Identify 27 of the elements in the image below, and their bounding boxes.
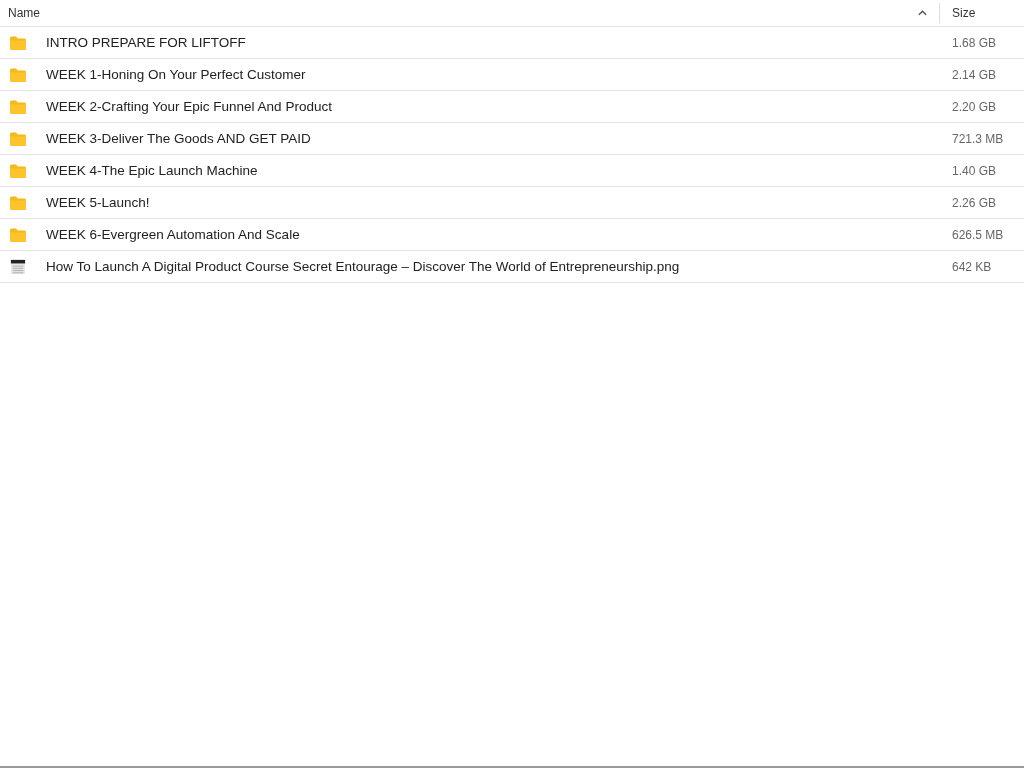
column-header[interactable]: Name — [8, 6, 40, 20]
file-name[interactable]: WEEK 5-Launch! — [46, 195, 150, 210]
file-name[interactable]: WEEK 6-Evergreen Automation And Scale — [46, 227, 300, 242]
file-name[interactable]: How To Launch A Digital Product Course Secret Entourage – Discover The World of Entrepreneurship.png — [46, 259, 680, 274]
file-size: 1.68 GB — [952, 35, 997, 50]
folder-icon — [9, 66, 27, 83]
folder-icon — [9, 130, 27, 147]
file-name[interactable]: WEEK 1-Honing On Your Perfect Customer — [46, 67, 306, 82]
sort-ascending-icon[interactable] — [918, 10, 927, 16]
column-header[interactable]: Size — [952, 6, 976, 20]
folder-icon — [9, 194, 27, 211]
folder-icon — [9, 98, 27, 115]
file-name[interactable]: WEEK 3-Deliver The Goods AND GET PAID — [46, 131, 311, 146]
file-size: 1.40 GB — [952, 163, 997, 178]
file-size: 721.3 MB — [952, 131, 1004, 146]
folder-icon — [9, 162, 27, 179]
file-size: 2.20 GB — [952, 99, 997, 114]
file-size: 642 KB — [952, 259, 992, 274]
image-file-icon — [9, 258, 27, 275]
file-size: 2.14 GB — [952, 67, 997, 82]
file-name[interactable]: INTRO PREPARE FOR LIFTOFF — [46, 35, 246, 50]
folder-icon — [9, 34, 27, 51]
file-name[interactable]: WEEK 2-Crafting Your Epic Funnel And Product — [46, 99, 332, 114]
folder-icon — [9, 226, 27, 243]
file-name[interactable]: WEEK 4-The Epic Launch Machine — [46, 163, 258, 178]
file-size: 2.26 GB — [952, 195, 997, 210]
file-size: 626.5 MB — [952, 227, 1004, 242]
